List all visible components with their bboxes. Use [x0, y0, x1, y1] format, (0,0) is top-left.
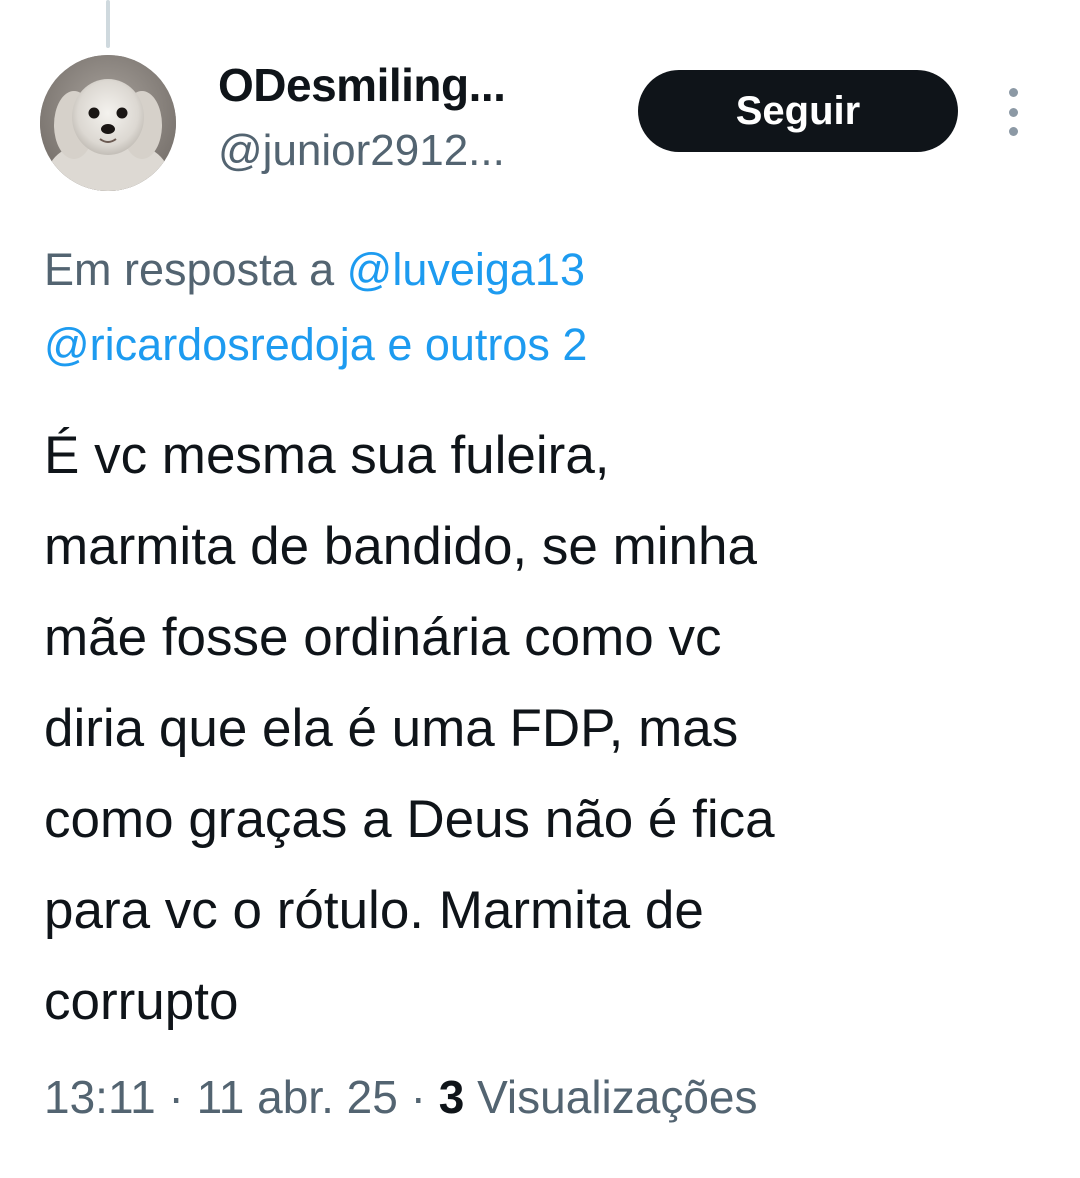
tweet-date[interactable]: 11 abr. 25 — [197, 1071, 398, 1123]
reply-prefix: Em resposta a — [44, 244, 347, 295]
mention-others-link[interactable]: e outros 2 — [375, 319, 587, 370]
reply-context: Em resposta a @luveiga13 @ricardosredoja… — [44, 232, 1044, 382]
mention-link-luveiga13[interactable]: @luveiga13 — [347, 244, 585, 295]
views-count: 3 — [438, 1071, 465, 1123]
more-dot — [1008, 127, 1018, 136]
meta-separator: · — [155, 1071, 197, 1123]
tweet-text: É vc mesma sua fuleira, marmita de bandi… — [44, 426, 775, 1031]
avatar[interactable] — [40, 55, 176, 191]
meta-separator: · — [397, 1071, 439, 1123]
tweet-time[interactable]: 13:11 — [44, 1071, 156, 1123]
author-display-name[interactable]: ODesmiling... — [218, 58, 506, 112]
mention-link-ricardosredoja[interactable]: @ricardosredoja — [44, 319, 375, 370]
thread-connector-line — [106, 0, 110, 48]
more-options-icon[interactable] — [996, 84, 1030, 140]
dog-avatar-image — [40, 55, 176, 191]
more-dot — [1008, 107, 1018, 117]
more-dot — [1008, 88, 1018, 97]
author-handle[interactable]: @junior2912... — [218, 126, 505, 176]
follow-button[interactable]: Seguir — [638, 70, 958, 152]
views-label: Visualizações — [464, 1071, 758, 1123]
tweet-metadata: 13:11 · 11 abr. 25 · 3 Visualizações — [44, 1070, 758, 1124]
